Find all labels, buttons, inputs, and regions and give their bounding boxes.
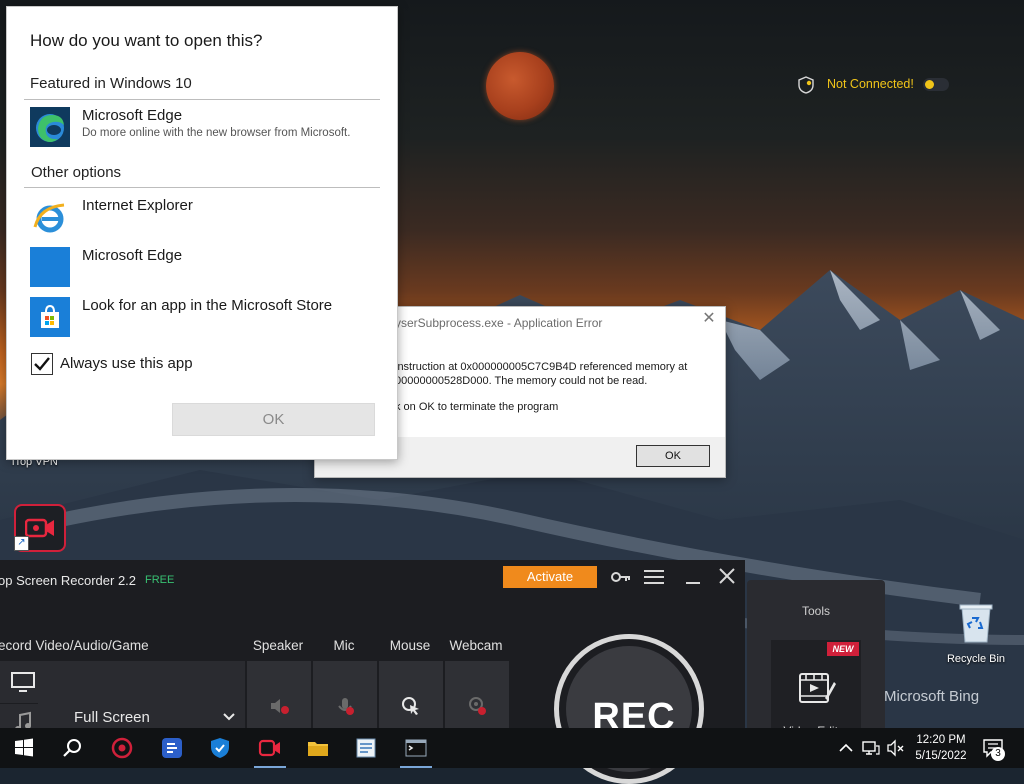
webcam-label: Webcam (449, 638, 503, 653)
chevron-down-icon[interactable] (222, 709, 236, 723)
vpn-toggle-knob (925, 80, 934, 89)
search-icon (63, 739, 81, 757)
open-with-ok-button[interactable]: OK (172, 403, 375, 436)
volume-muted-icon[interactable] (886, 739, 904, 757)
video-editor-icon (799, 673, 836, 703)
speaker-label: Speaker (252, 638, 304, 653)
dialog-title: How do you want to open this? (30, 31, 263, 50)
error-dialog-title: yserSubprocess.exe - Application Error (395, 316, 603, 330)
recycle-bin-icon (959, 604, 993, 643)
bing-watermark: Microsoft Bing (884, 688, 980, 705)
internet-explorer-icon (33, 203, 65, 233)
speaker-muted-icon (271, 699, 289, 714)
tools-title: Tools (801, 604, 830, 618)
taskbar-app-vpn[interactable] (196, 728, 244, 768)
app-option-internet-explorer[interactable]: Internet Explorer (24, 195, 380, 241)
network-icon[interactable] (862, 740, 880, 756)
free-badge: FREE (145, 574, 175, 586)
divider (0, 703, 38, 704)
terminal-icon (405, 739, 427, 757)
taskbar-app-screen-recorder[interactable] (246, 728, 294, 768)
close-icon[interactable]: ✕ (701, 311, 717, 327)
app-option-featured-edge[interactable]: Microsoft Edge Do more online with the n… (24, 105, 380, 151)
notepad-icon (356, 738, 376, 758)
monitor-icon[interactable] (10, 671, 36, 693)
taskbar-app-driver-booster[interactable] (148, 728, 196, 768)
clock-time: 12:20 PM (916, 734, 966, 746)
app-name: Look for an app in the Microsoft Store (82, 297, 333, 314)
vpn-status-text: Not Connected! (827, 77, 914, 91)
system-clock[interactable]: 12:20 PM 5/15/2022 (910, 732, 972, 764)
notification-count-badge: 3 (991, 747, 1005, 761)
app-name: Internet Explorer (82, 197, 193, 214)
screen-recorder-icon (258, 739, 280, 757)
mic-muted-icon (338, 698, 354, 715)
driver-booster-icon (162, 738, 182, 758)
taskbar-app-game-booster[interactable] (98, 728, 146, 768)
taskbar: 12:20 PM 5/15/2022 3 (0, 728, 1024, 768)
clock-date: 5/15/2022 (915, 750, 967, 762)
vpn-shield-icon (211, 738, 229, 758)
close-icon[interactable] (718, 567, 736, 585)
store-icon (30, 297, 70, 337)
recorder-title: op Screen Recorder 2.2 (0, 573, 137, 588)
edge-icon (30, 107, 70, 147)
moon (486, 52, 554, 120)
minimize-icon[interactable] (685, 569, 701, 585)
new-badge: NEW (827, 642, 859, 656)
app-option-edge[interactable]: Microsoft Edge (24, 245, 380, 291)
app-name: Microsoft Edge (82, 107, 183, 124)
search-button[interactable] (48, 728, 96, 768)
featured-section-label: Featured in Windows 10 (30, 75, 192, 92)
edge-tile-icon (30, 247, 70, 287)
record-mode-label: ecord Video/Audio/Game (0, 638, 149, 653)
error-message-line-2: 00000000528D000. The memory could not be… (395, 375, 648, 387)
video-editor-tool[interactable]: NEW Video Editor (771, 640, 861, 740)
recycle-bin-label: Recycle Bin (946, 653, 1006, 665)
game-booster-icon (111, 737, 133, 759)
taskbar-app-file-explorer[interactable] (294, 728, 342, 768)
divider (24, 99, 380, 100)
taskbar-app-notepad[interactable] (342, 728, 390, 768)
vpn-status-widget[interactable]: Not Connected! (797, 74, 953, 96)
open-with-dialog: How do you want to open this? Featured i… (6, 6, 398, 460)
chevron-up-icon[interactable] (838, 740, 854, 756)
record-mode-value: Full Screen (74, 709, 150, 726)
vpn-toggle[interactable] (923, 78, 949, 91)
taskbar-app-terminal[interactable] (392, 728, 440, 768)
tools-panel: Tools NEW Video Editor (747, 580, 885, 740)
error-ok-button[interactable]: OK (636, 445, 710, 467)
webcam-muted-icon (469, 697, 486, 715)
checkmark-icon (34, 357, 50, 371)
screen-recorder-window: op Screen Recorder 2.2 FREE Activate eco… (0, 560, 745, 784)
camera-icon (25, 518, 54, 538)
shield-hand-icon (798, 76, 814, 94)
always-use-checkbox[interactable] (31, 353, 53, 375)
other-options-label: Other options (31, 164, 122, 181)
windows-logo-icon (15, 738, 33, 757)
activate-button[interactable]: Activate (503, 566, 597, 588)
divider (24, 187, 380, 188)
cursor-click-icon (402, 697, 419, 715)
app-option-microsoft-store[interactable]: Look for an app in the Microsoft Store (24, 295, 380, 341)
start-button[interactable] (0, 728, 48, 768)
menu-icon[interactable] (643, 569, 665, 585)
shortcut-arrow-icon: ↗ (14, 536, 29, 551)
error-message-line-3: k on OK to terminate the program (395, 401, 559, 413)
error-message-line-1: instruction at 0x000000005C7C9B4D refere… (395, 361, 688, 373)
app-name: Microsoft Edge (82, 247, 183, 264)
folder-icon (308, 742, 328, 756)
mic-label: Mic (333, 638, 355, 653)
desktop-icon-recycle-bin[interactable]: Recycle Bin (944, 600, 1008, 665)
mouse-label: Mouse (389, 638, 431, 653)
key-icon[interactable] (611, 569, 631, 585)
always-use-label: Always use this app (60, 355, 193, 372)
app-description: Do more online with the new browser from… (82, 127, 351, 139)
